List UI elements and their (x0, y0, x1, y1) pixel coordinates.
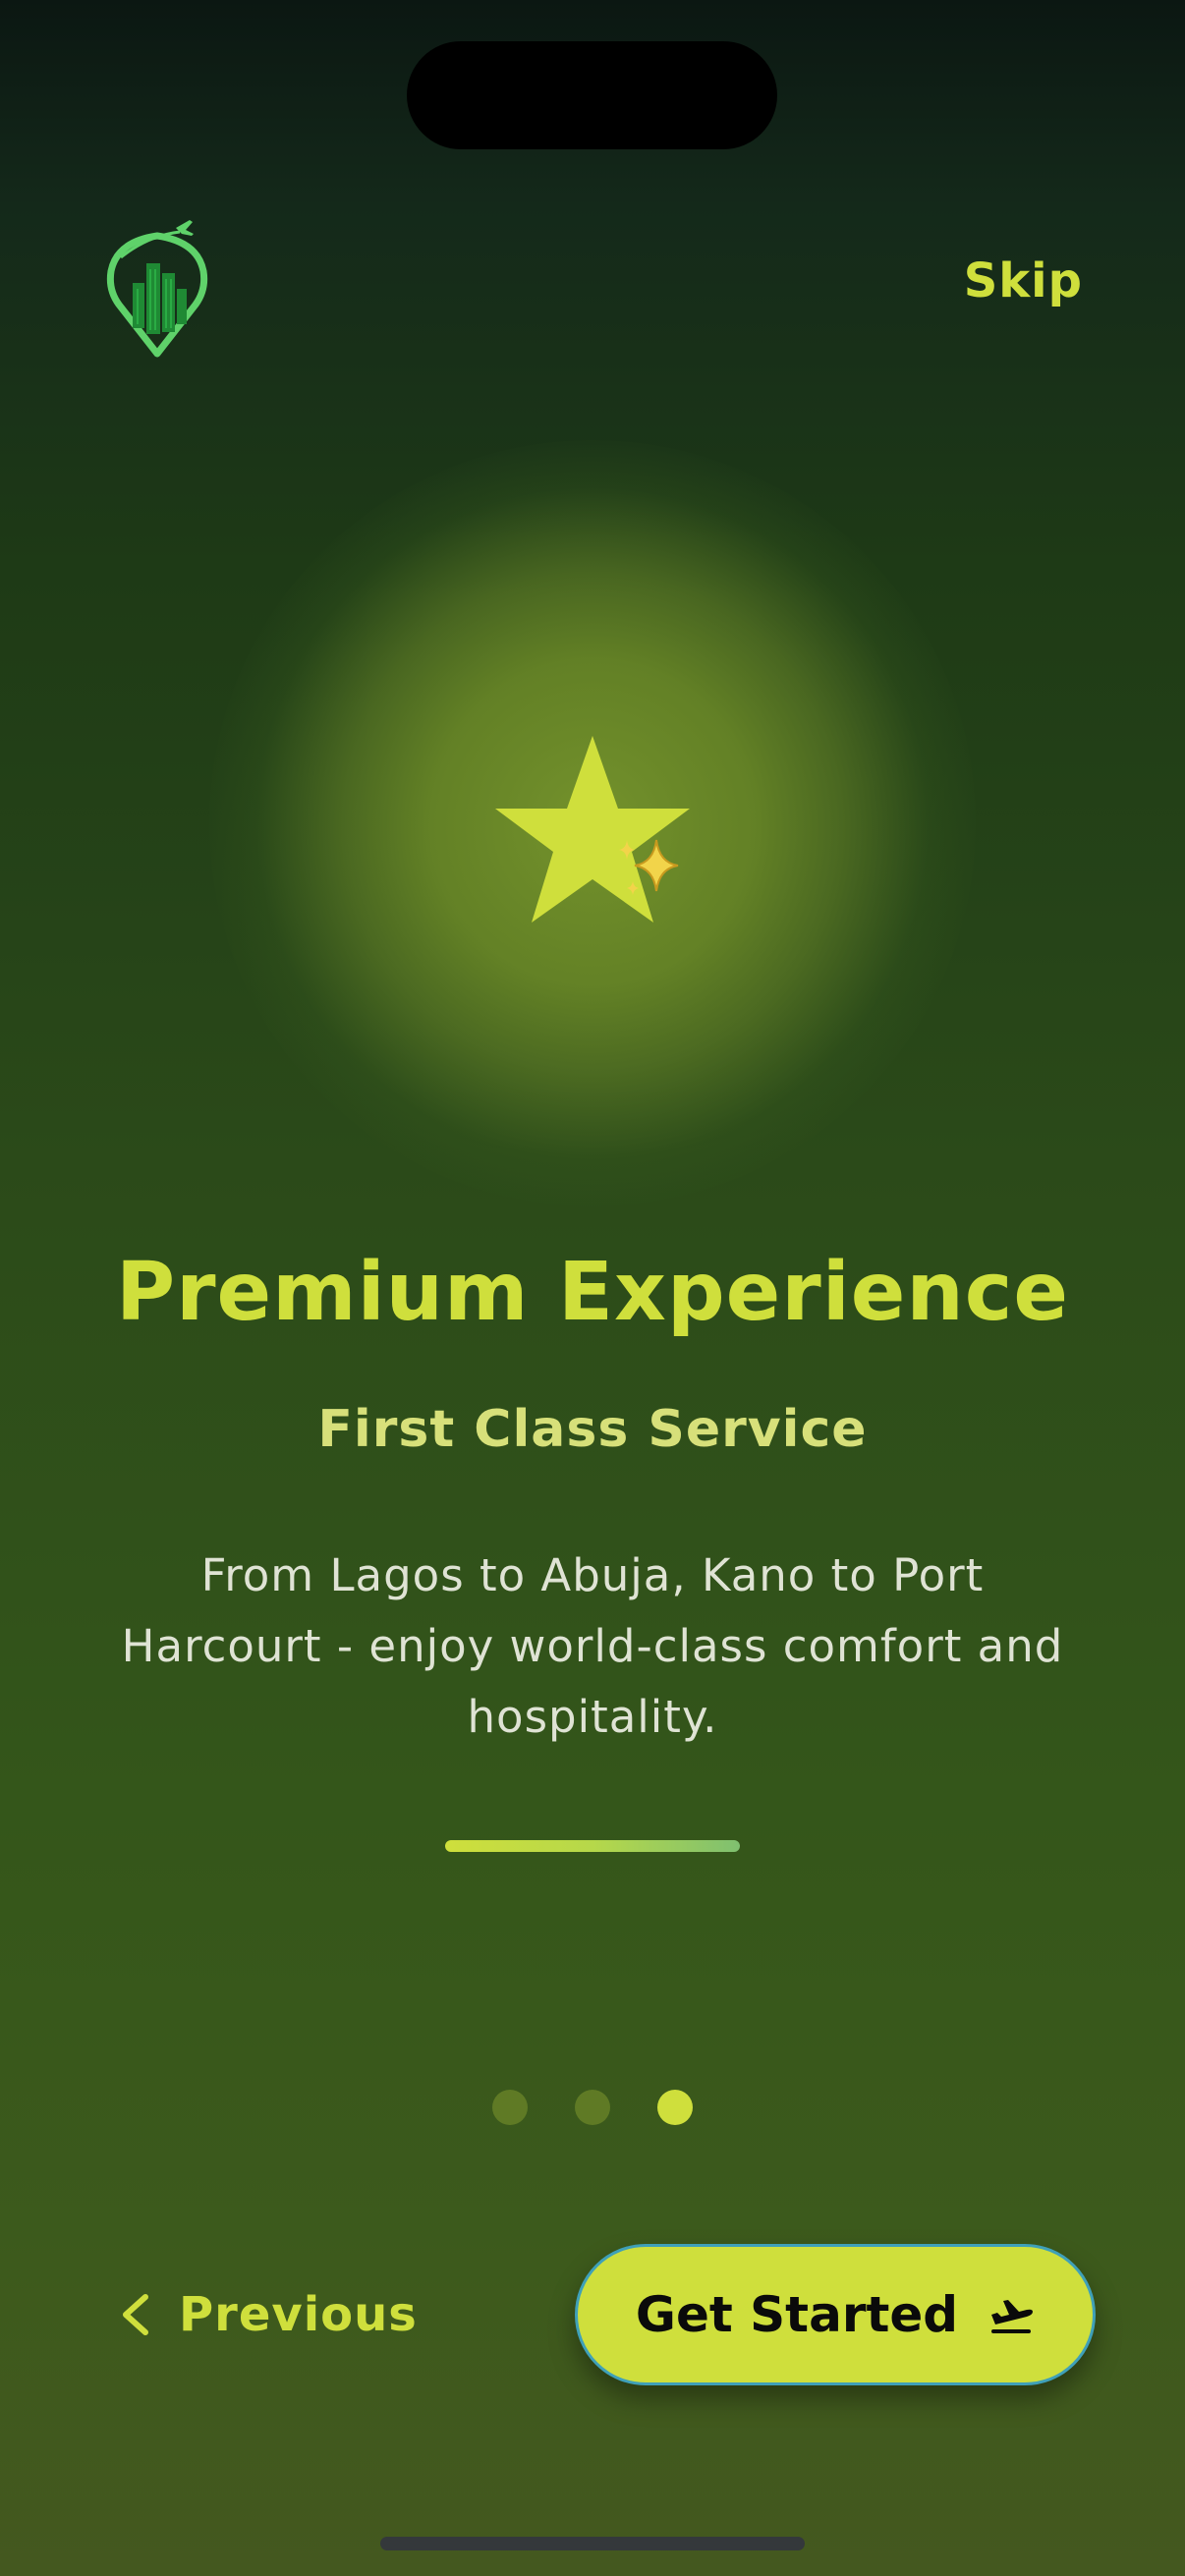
page-dot-1[interactable] (492, 2090, 528, 2125)
previous-button[interactable]: Previous (118, 2279, 418, 2350)
home-indicator[interactable] (380, 2537, 805, 2550)
onboarding-screen: Skip Premium Experience First Class Serv… (0, 0, 1185, 2576)
get-started-button[interactable]: Get Started (575, 2244, 1096, 2385)
onboarding-description: From Lagos to Abuja, Kano to Port Harcou… (121, 1549, 1064, 1743)
onboarding-title: Premium Experience (115, 1246, 1070, 1339)
chevron-left-icon (123, 2294, 148, 2335)
skip-button[interactable]: Skip (964, 253, 1083, 308)
page-dot-2[interactable] (575, 2090, 610, 2125)
page-indicator (0, 2090, 1185, 2125)
accent-divider (445, 1840, 740, 1852)
get-started-label: Get Started (635, 2286, 959, 2343)
dynamic-island (407, 41, 777, 149)
app-logo-icon (103, 206, 211, 364)
previous-button-label: Previous (179, 2287, 418, 2342)
star-sparkle-icon (489, 732, 696, 928)
plane-departure-icon (991, 2300, 1034, 2333)
page-dot-3-active[interactable] (657, 2090, 693, 2125)
onboarding-subtitle: First Class Service (317, 1400, 868, 1459)
